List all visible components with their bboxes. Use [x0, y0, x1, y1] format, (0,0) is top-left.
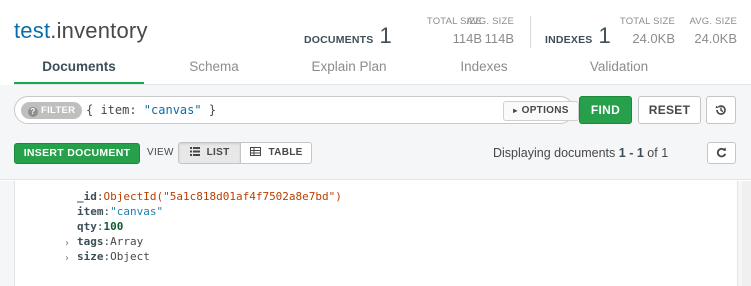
- pagination-summary: Displaying documents 1 - 1 of 1: [493, 146, 668, 160]
- document-list: _id:ObjectId("5a1c818d01af4f7502a8e7bd")…: [0, 181, 751, 286]
- field-value-objectid[interactable]: ObjectId("5a1c818d01af4f7502a8e7bd"): [104, 190, 342, 203]
- document-field-tags[interactable]: tags:Array: [77, 234, 143, 249]
- view-label: VIEW: [147, 147, 174, 158]
- list-icon: [189, 147, 207, 158]
- document-field-item: item:"canvas": [77, 205, 164, 218]
- documents-count: DOCUMENTS 1: [304, 23, 392, 49]
- field-key: size: [77, 250, 104, 263]
- documents-avg-size-label: AVG. SIZE: [466, 16, 514, 27]
- tab-validation[interactable]: Validation: [554, 56, 684, 85]
- query-bar: ? FILTER { item: "canvas" } ▸ OPTIONS FIND…: [0, 85, 751, 180]
- options-button[interactable]: ▸ OPTIONS: [503, 101, 579, 121]
- list-view-label: LIST: [206, 147, 230, 158]
- table-view-label: TABLE: [268, 147, 303, 158]
- options-label: OPTIONS: [521, 105, 569, 116]
- document-field-id: _id:ObjectId("5a1c818d01af4f7502a8e7bd"): [77, 190, 342, 203]
- tab-explain-plan[interactable]: Explain Plan: [284, 56, 414, 85]
- filter-query-text[interactable]: { item: "canvas" }: [86, 103, 216, 117]
- documents-value: 1: [379, 23, 392, 48]
- document-field-qty: qty:100: [77, 220, 124, 233]
- indexes-value: 1: [598, 23, 611, 48]
- indexes-avg-size-label: AVG. SIZE: [689, 16, 737, 27]
- indexes-label: INDEXES: [545, 34, 593, 46]
- documents-avg-size: AVG. SIZE 114B: [466, 16, 514, 46]
- indexes-avg-size: AVG. SIZE 24.0KB: [689, 16, 737, 46]
- field-value-string[interactable]: "canvas": [110, 205, 163, 218]
- field-value-type: Array: [110, 235, 144, 248]
- indexes-total-size: TOTAL SIZE 24.0KB: [620, 16, 675, 46]
- field-value-type: Object: [110, 250, 150, 263]
- reset-button[interactable]: RESET: [638, 96, 701, 124]
- refresh-button[interactable]: [707, 142, 736, 164]
- stats-divider: [530, 16, 531, 48]
- field-key: tags: [77, 235, 104, 248]
- table-view-button[interactable]: TABLE: [241, 143, 311, 163]
- pagination-prefix: Displaying documents: [493, 146, 616, 160]
- find-button[interactable]: FIND: [579, 96, 632, 124]
- scrollbar[interactable]: [742, 181, 751, 286]
- field-value-number[interactable]: 100: [104, 220, 124, 233]
- document-field-size[interactable]: size:Object: [77, 249, 150, 264]
- database-name: test: [14, 18, 51, 43]
- history-icon: [714, 102, 728, 118]
- history-button[interactable]: [706, 96, 736, 124]
- document-card: _id:ObjectId("5a1c818d01af4f7502a8e7bd")…: [14, 181, 738, 286]
- filter-input[interactable]: ? FILTER { item: "canvas" } ▸ OPTIONS: [14, 96, 579, 124]
- refresh-icon: [716, 145, 727, 160]
- indexes-count: INDEXES 1: [545, 23, 611, 49]
- indexes-total-size-value: 24.0KB: [632, 31, 675, 46]
- list-view-button[interactable]: LIST: [179, 143, 240, 163]
- filter-query-value: "canvas": [143, 103, 202, 117]
- documents-avg-size-value: 114B: [484, 31, 514, 46]
- table-icon: [250, 147, 268, 158]
- tab-indexes[interactable]: Indexes: [424, 56, 544, 85]
- caret-right-icon: ▸: [513, 106, 518, 115]
- indexes-avg-size-value: 24.0KB: [694, 31, 737, 46]
- field-key: item: [77, 205, 104, 218]
- view-toggle: LIST TABLE: [178, 142, 312, 164]
- chevron-right-icon[interactable]: ›: [65, 253, 69, 264]
- collection-name: inventory: [56, 18, 148, 43]
- field-key: _id: [77, 190, 97, 203]
- filter-pill-label: FILTER: [41, 105, 76, 116]
- tab-documents[interactable]: Documents: [14, 56, 144, 85]
- insert-document-button[interactable]: INSERT DOCUMENT: [14, 143, 140, 164]
- filter-pill[interactable]: ? FILTER: [21, 102, 83, 119]
- pagination-total: 1: [661, 146, 669, 160]
- field-key: qty: [77, 220, 97, 233]
- collection-tabs: Documents Schema Explain Plan Indexes Va…: [14, 56, 751, 85]
- chevron-right-icon[interactable]: ›: [65, 238, 69, 249]
- filter-query-suffix: }: [201, 103, 217, 117]
- tab-schema[interactable]: Schema: [154, 56, 274, 85]
- filter-query-prefix: { item:: [86, 103, 144, 117]
- collection-namespace: test.inventory: [14, 18, 148, 44]
- indexes-total-size-label: TOTAL SIZE: [619, 16, 675, 27]
- pagination-of: of: [647, 146, 658, 160]
- question-circle-icon: ?: [28, 107, 38, 117]
- documents-label: DOCUMENTS: [304, 34, 374, 46]
- pagination-range: 1 - 1: [618, 146, 644, 160]
